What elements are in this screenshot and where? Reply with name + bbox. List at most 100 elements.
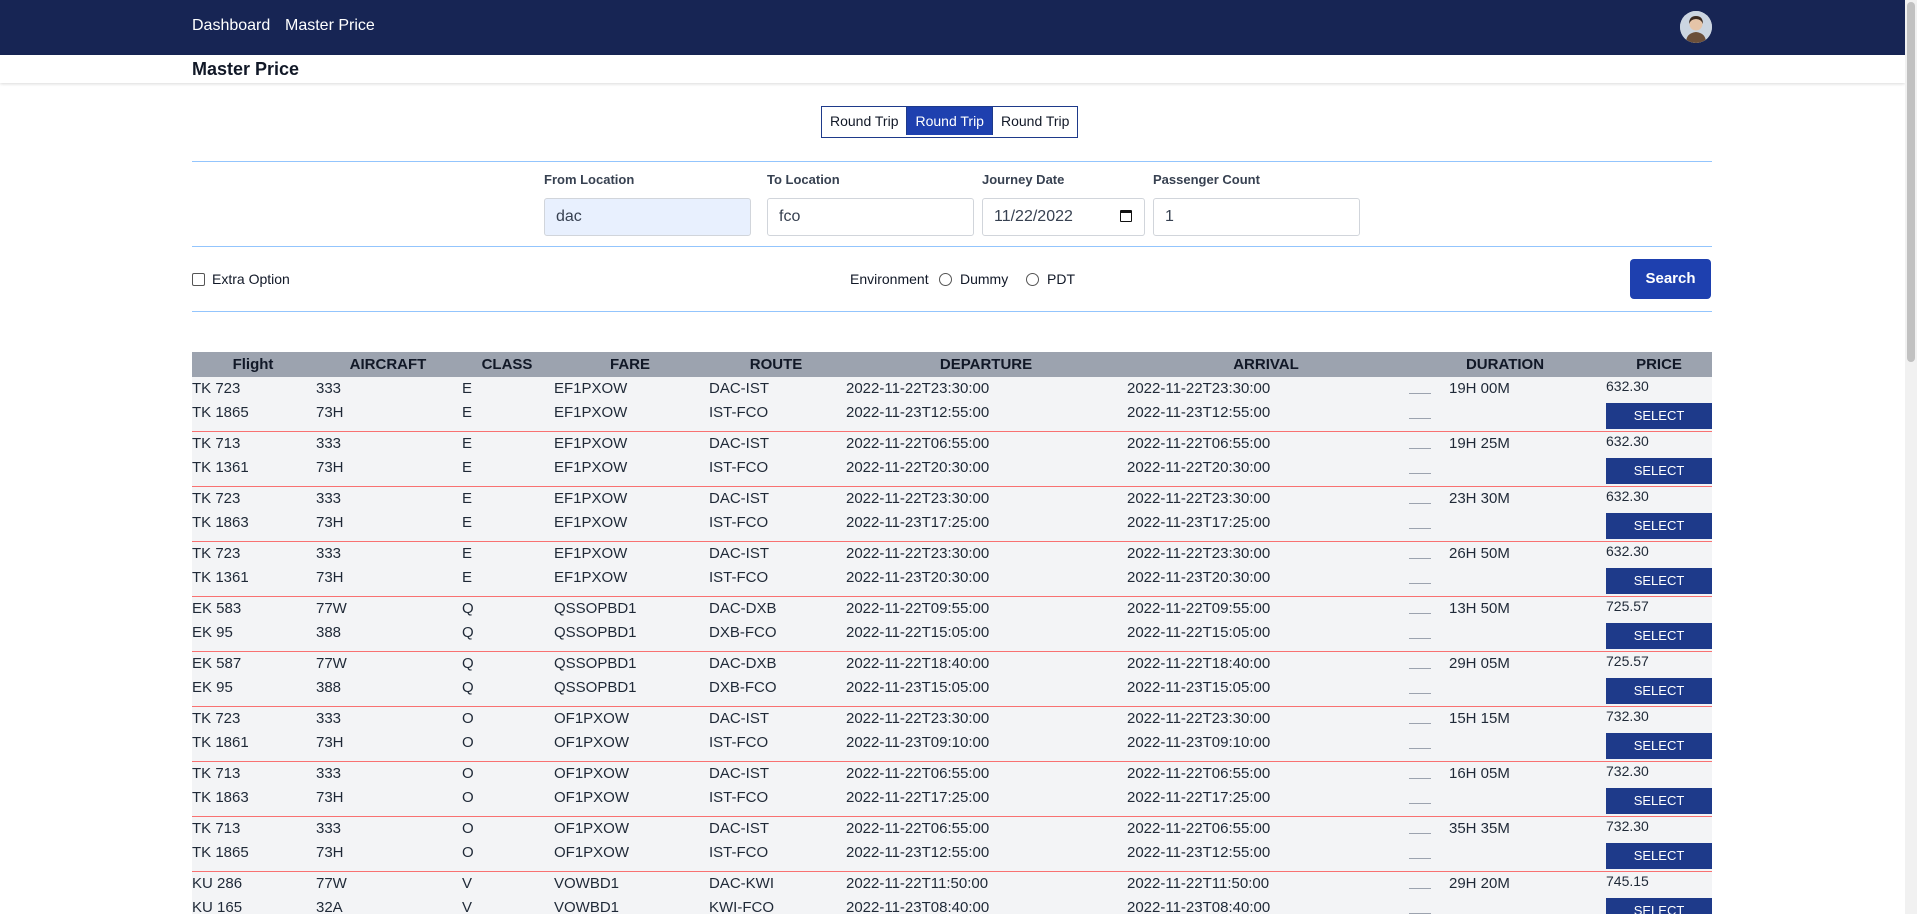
trip-type-option-2[interactable]: Round Trip [907,107,993,135]
journey-date-input[interactable]: 11/22/2022 [982,198,1145,236]
passenger-count-label: Passenger Count [1153,172,1260,187]
leg-aircraft: 73H [316,734,344,751]
price: 725.57 [1606,598,1649,614]
leg-arrival: 2022-11-22T23:30:00 [1127,710,1271,727]
leg-fare: VOWBD1 [554,899,620,914]
duration: 13H 50M [1449,600,1510,617]
leg-arrival: 2022-11-22T18:40:00 [1127,655,1271,672]
leg-route: IST-FCO [709,459,769,476]
select-button[interactable]: SELECT [1606,733,1712,759]
trip-type-toggle: Round Trip Round Trip Round Trip [821,106,1079,138]
leg-route: DAC-KWI [709,875,774,892]
leg-route: DAC-IST [709,490,769,507]
environment-pdt-label: PDT [1047,271,1075,287]
leg-arrival: 2022-11-22T23:30:00 [1127,490,1271,507]
leg-aircraft: 333 [316,710,342,727]
leg-route: DAC-DXB [709,600,777,617]
select-button[interactable]: SELECT [1606,898,1712,914]
leg-aircraft: 73H [316,404,344,421]
leg-arrival: 2022-11-22T06:55:00 [1127,765,1271,782]
leg-route: DAC-IST [709,545,769,562]
result-row: EK 583 77W Q QSSOPBD1 DAC-DXB 2022-11-22T09:5… [192,597,1712,652]
nav-link-master-price[interactable]: Master Price [285,17,375,35]
leg-departure: 2022-11-23T20:30:00 [846,569,990,586]
select-button[interactable]: SELECT [1606,678,1712,704]
nav-link-dashboard[interactable]: Dashboard [192,17,270,35]
avatar[interactable] [1680,11,1712,43]
passenger-count-input[interactable]: 1 [1153,198,1360,236]
scrollbar-thumb[interactable] [1907,2,1915,362]
leg-route: IST-FCO [709,514,769,531]
leg-arrival: 2022-11-22T17:25:00 [1127,789,1271,806]
leg-flight-number: TK 723 [192,545,241,562]
leg-departure: 2022-11-22T20:30:00 [846,459,990,476]
leg-arrival: 2022-11-22T06:55:00 [1127,820,1271,837]
leg-arrival: 2022-11-22T23:30:00 [1127,545,1271,562]
leg-fare: EF1PXOW [554,380,628,397]
leg-class: E [462,380,473,397]
duration-line [1409,833,1431,834]
top-navbar: Dashboard Master Price [0,0,1905,55]
trip-type-option-3[interactable]: Round Trip [992,107,1078,135]
leg-aircraft: 333 [316,545,342,562]
from-location-input[interactable]: dac [544,198,751,236]
leg-fare: EF1PXOW [554,545,628,562]
leg-flight-number: TK 1863 [192,514,249,531]
environment-pdt-radio[interactable] [1026,273,1039,286]
duration: 16H 05M [1449,765,1510,782]
page-title: Master Price [192,59,300,79]
leg-departure: 2022-11-23T12:55:00 [846,404,990,421]
duration: 29H 20M [1449,875,1510,892]
duration-line [1409,858,1431,859]
leg-arrival: 2022-11-22T15:05:00 [1127,624,1271,641]
select-button[interactable]: SELECT [1606,788,1712,814]
duration-line [1409,558,1431,559]
result-row: TK 723 333 O OF1PXOW DAC-IST 2022-11-22T23:30… [192,707,1712,762]
select-button[interactable]: SELECT [1606,403,1712,429]
price: 632.30 [1606,433,1649,449]
leg-departure: 2022-11-22T23:30:00 [846,710,990,727]
from-location-label: From Location [544,172,635,187]
leg-flight-number: TK 713 [192,765,241,782]
leg-departure: 2022-11-22T23:30:00 [846,380,990,397]
trip-type-option-1[interactable]: Round Trip [822,107,908,135]
leg-departure: 2022-11-23T08:40:00 [846,899,990,914]
environment-dummy-radio[interactable] [939,273,952,286]
leg-departure: 2022-11-22T06:55:00 [846,765,990,782]
environment-label: Environment [850,271,929,287]
leg-fare: EF1PXOW [554,569,628,586]
result-row: TK 723 333 E EF1PXOW DAC-IST 2022-11-22T23:30… [192,487,1712,542]
leg-flight-number: EK 95 [192,679,233,696]
leg-route: IST-FCO [709,789,769,806]
leg-aircraft: 388 [316,624,342,641]
environment-dummy-label: Dummy [960,271,1009,287]
to-location-input[interactable]: fco [767,198,974,236]
duration-line [1409,528,1431,529]
select-button[interactable]: SELECT [1606,623,1712,649]
leg-departure: 2022-11-23T15:05:00 [846,679,990,696]
column-header-departure: DEPARTURE [939,356,1033,373]
price: 732.30 [1606,708,1649,724]
leg-route: DAC-IST [709,765,769,782]
leg-fare: EF1PXOW [554,514,628,531]
extra-option-checkbox[interactable] [192,273,205,286]
select-button[interactable]: SELECT [1606,458,1712,484]
select-button[interactable]: SELECT [1606,568,1712,594]
select-button[interactable]: SELECT [1606,843,1712,869]
select-button[interactable]: SELECT [1606,513,1712,539]
column-header-arrival: ARRIVAL [1233,356,1299,373]
leg-aircraft: 333 [316,380,342,397]
user-avatar-icon [1680,11,1712,43]
leg-flight-number: TK 723 [192,380,241,397]
result-row: TK 713 333 O OF1PXOW DAC-IST 2022-11-22T06:55… [192,817,1712,872]
duration-line [1409,748,1431,749]
calendar-icon[interactable] [1120,210,1132,222]
leg-aircraft: 73H [316,789,344,806]
leg-class: E [462,545,473,562]
results-table-header: Flight AIRCRAFT CLASS FARE ROUTE DEPARTU… [192,352,1712,377]
journey-date-value: 11/22/2022 [994,208,1073,225]
search-button[interactable]: Search [1630,259,1711,299]
duration-line [1409,613,1431,614]
leg-flight-number: TK 1861 [192,734,249,751]
leg-aircraft: 73H [316,514,344,531]
